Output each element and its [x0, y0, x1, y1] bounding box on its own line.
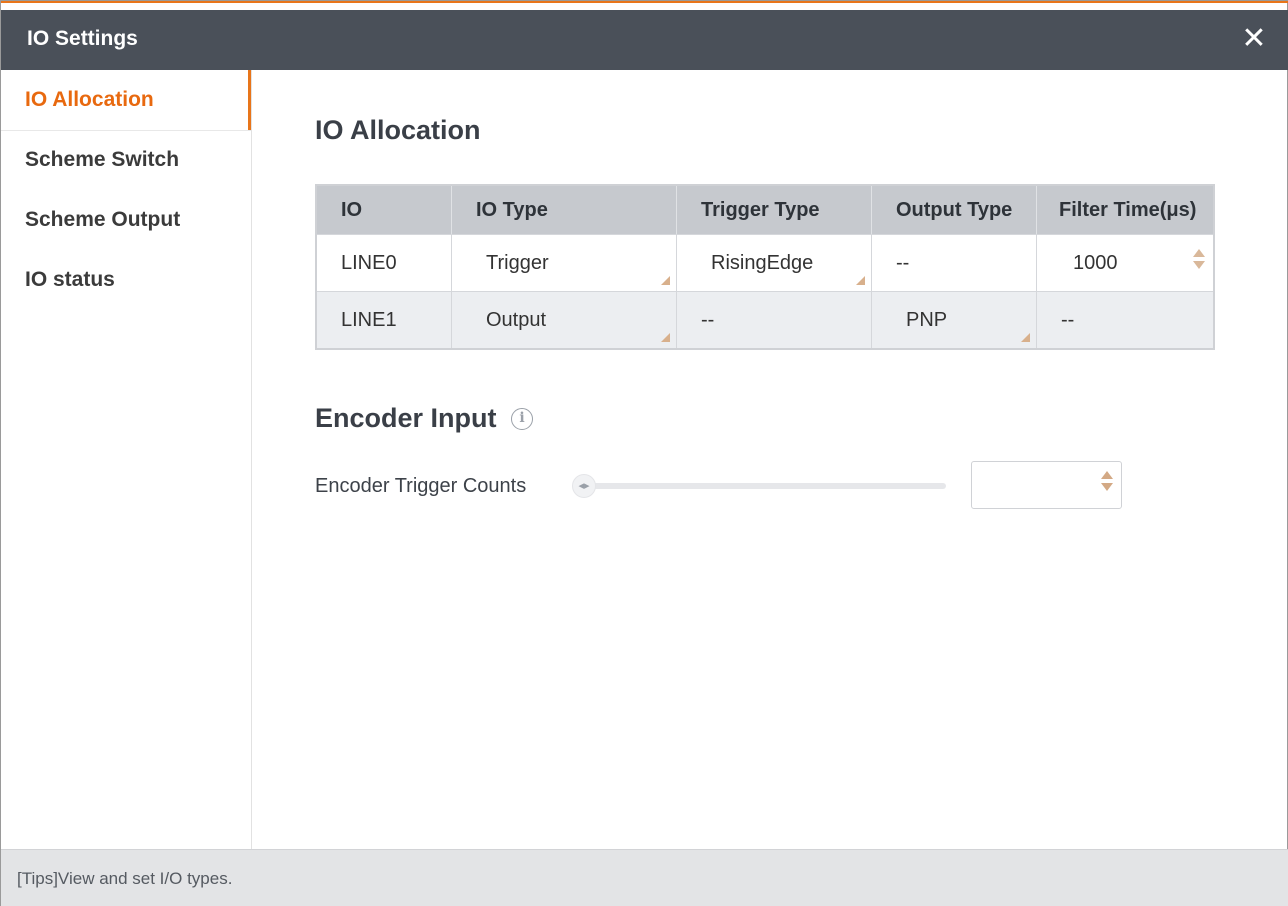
- filter-time-value: 1000: [1073, 251, 1118, 274]
- table-row: LINE0 Trigger RisingEdge -- 1000: [317, 234, 1213, 291]
- info-icon[interactable]: i: [511, 408, 533, 430]
- dropdown-corner-icon: [661, 276, 670, 285]
- sidebar-item-io-allocation[interactable]: IO Allocation: [1, 70, 251, 130]
- table-header-row: IO IO Type Trigger Type Output Type Filt…: [317, 186, 1213, 234]
- arrow-up-icon[interactable]: [1101, 471, 1113, 479]
- footer-bar: [Tips]View and set I/O types.: [1, 849, 1288, 906]
- sidebar-item-label: Scheme Output: [25, 208, 181, 231]
- filter-time-stepper[interactable]: 1000: [1036, 235, 1213, 291]
- sidebar-item-scheme-switch[interactable]: Scheme Switch: [1, 130, 251, 190]
- sidebar-item-label: IO status: [25, 268, 115, 291]
- sidebar-item-scheme-output[interactable]: Scheme Output: [1, 190, 251, 250]
- io-cell: LINE0: [341, 251, 397, 274]
- arrow-down-icon[interactable]: [1101, 483, 1113, 491]
- window-title: IO Settings: [27, 27, 138, 50]
- sidebar: IO Allocation Scheme Switch Scheme Outpu…: [1, 70, 252, 849]
- arrow-up-icon[interactable]: [1193, 249, 1205, 257]
- column-header-io: IO: [341, 198, 363, 221]
- stepper-arrows[interactable]: [1193, 249, 1205, 275]
- close-icon[interactable]: ✕: [1239, 24, 1269, 54]
- dropdown-corner-icon: [856, 276, 865, 285]
- filter-time-cell: --: [1036, 292, 1213, 348]
- io-type-value: Trigger: [486, 251, 549, 274]
- trigger-type-dropdown[interactable]: RisingEdge: [676, 235, 871, 291]
- slider-handle-icon[interactable]: ◂▸: [572, 474, 596, 498]
- column-header-output-type: Output Type: [871, 186, 1036, 234]
- trigger-type-cell: --: [676, 292, 871, 348]
- tips-text: [Tips]View and set I/O types.: [17, 869, 233, 888]
- encoder-input-heading: Encoder Input: [315, 403, 497, 433]
- io-cell: LINE1: [341, 308, 397, 331]
- arrow-down-icon[interactable]: [1193, 261, 1205, 269]
- encoder-slider-track[interactable]: [588, 483, 946, 489]
- column-header-trigger-type: Trigger Type: [676, 186, 871, 234]
- trigger-type-value: RisingEdge: [711, 251, 814, 274]
- output-type-cell: --: [871, 235, 1036, 291]
- io-allocation-table: IO IO Type Trigger Type Output Type Filt…: [315, 184, 1215, 350]
- io-type-value: Output: [486, 308, 547, 331]
- column-header-filter-time: Filter Time(μs): [1036, 186, 1213, 234]
- table-row: LINE1 Output -- PNP --: [317, 291, 1213, 348]
- sidebar-item-label: IO Allocation: [25, 88, 154, 111]
- stepper-arrows[interactable]: [1101, 471, 1113, 497]
- column-header-io-type: IO Type: [451, 186, 676, 234]
- sidebar-item-io-status[interactable]: IO status: [1, 250, 251, 310]
- dropdown-corner-icon: [1021, 333, 1030, 342]
- output-type-dropdown[interactable]: PNP: [871, 292, 1036, 348]
- io-allocation-heading: IO Allocation: [315, 115, 481, 145]
- accent-strip: [1, 1, 1288, 3]
- io-type-dropdown[interactable]: Trigger: [451, 235, 676, 291]
- io-settings-dialog: IO Settings ✕ IO Allocation Scheme Switc…: [0, 0, 1288, 906]
- dropdown-corner-icon: [661, 333, 670, 342]
- encoder-trigger-counts-label: Encoder Trigger Counts: [315, 475, 527, 497]
- encoder-trigger-counts-stepper[interactable]: [971, 461, 1122, 509]
- output-type-value: PNP: [906, 308, 948, 331]
- io-type-dropdown[interactable]: Output: [451, 292, 676, 348]
- sidebar-item-label: Scheme Switch: [25, 148, 180, 171]
- title-bar: IO Settings ✕: [1, 10, 1288, 70]
- main-panel: IO Allocation IO IO Type Trigger Type Ou…: [252, 70, 1288, 849]
